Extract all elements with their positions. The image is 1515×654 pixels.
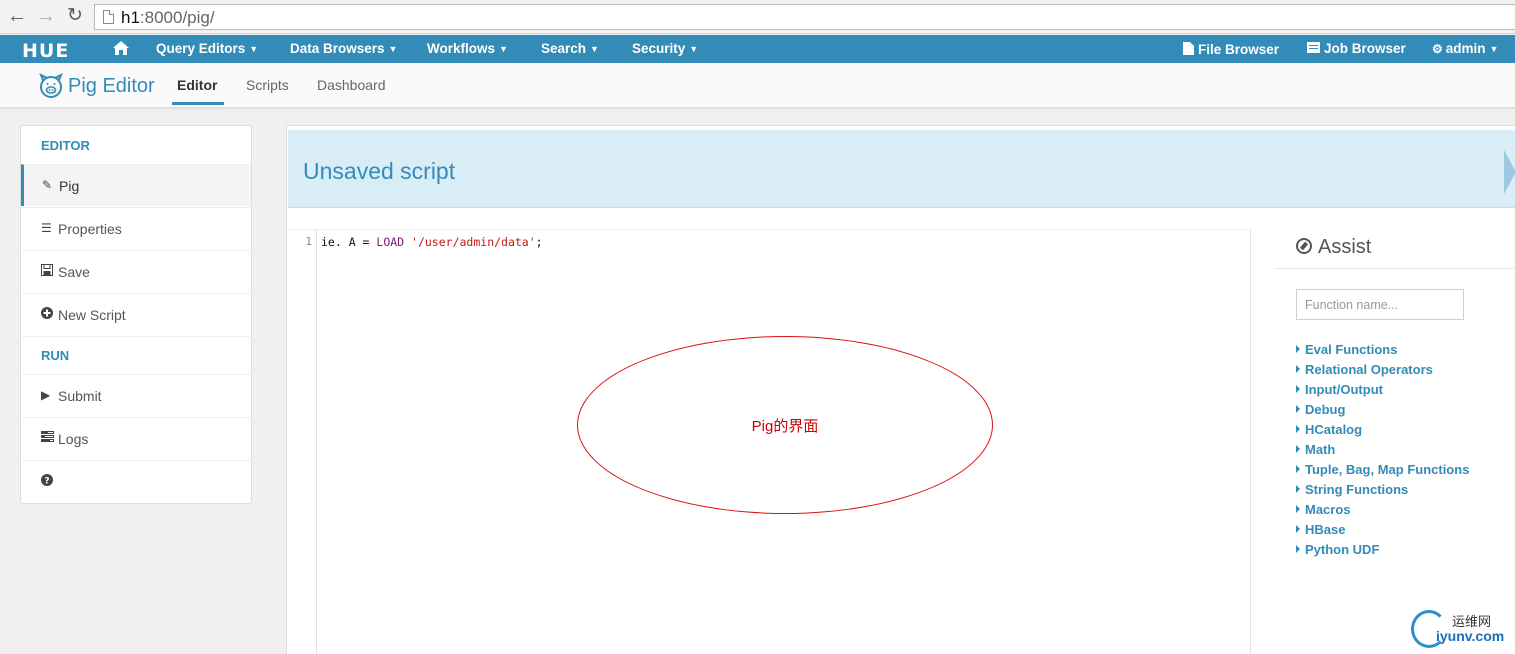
nav-data-browsers[interactable]: Data Browsers ▼	[290, 41, 397, 56]
hue-logo[interactable]: HUE	[22, 40, 69, 62]
caret-right-icon	[1296, 485, 1300, 493]
back-arrow-icon[interactable]: ←	[6, 5, 28, 27]
caret-right-icon	[1296, 385, 1300, 393]
nav-workflows[interactable]: Workflows ▼	[427, 41, 508, 56]
sidebar-run-section: RUN	[22, 336, 252, 374]
caret-right-icon	[1296, 445, 1300, 453]
chevron-down-icon: ▼	[1489, 44, 1499, 54]
caret-right-icon	[1296, 465, 1300, 473]
watermark-en-text: iyunv.com	[1436, 628, 1505, 644]
assist-item-macros[interactable]: Macros	[1296, 502, 1351, 517]
function-search-input[interactable]	[1296, 289, 1464, 320]
tab-editor[interactable]: Editor	[177, 77, 217, 93]
caret-right-icon	[1296, 405, 1300, 413]
assist-item-hcatalog[interactable]: HCatalog	[1296, 422, 1362, 437]
caret-right-icon	[1296, 545, 1300, 553]
sidebar-item-save[interactable]: Save	[22, 250, 252, 292]
assist-item-python-udf[interactable]: Python UDF	[1296, 542, 1379, 557]
annotation-text: Pig的界面	[751, 418, 819, 435]
assist-item-math[interactable]: Math	[1296, 442, 1335, 457]
save-icon	[41, 264, 55, 278]
line-number: 1	[305, 235, 312, 248]
nav-search[interactable]: Search ▼	[541, 41, 599, 56]
plus-circle-icon	[41, 307, 55, 321]
edit-icon: ✎	[42, 178, 53, 192]
nav-file-browser[interactable]: File Browser	[1183, 41, 1279, 57]
caret-right-icon	[1296, 505, 1300, 513]
caret-right-icon	[1296, 525, 1300, 533]
assist-divider	[1274, 268, 1515, 269]
file-icon	[1183, 42, 1194, 55]
chevron-down-icon: ▼	[249, 44, 259, 54]
list-icon: ☰	[41, 221, 52, 235]
gears-icon: ⚙	[1432, 42, 1443, 56]
sidebar-header-editor: EDITOR	[41, 138, 90, 153]
pig-icon[interactable]	[38, 73, 64, 99]
sidebar-header-run: RUN	[41, 348, 70, 363]
nav-user-menu[interactable]: ⚙ admin ▼	[1432, 41, 1498, 56]
sidebar-item-logs[interactable]: Logs	[22, 417, 252, 459]
sidebar-item-new-script[interactable]: New Script	[22, 293, 252, 335]
watermark-logo: 运维网 iyunv.com	[1408, 606, 1515, 654]
assist-item-relational-operators[interactable]: Relational Operators	[1296, 362, 1433, 377]
tab-dashboard[interactable]: Dashboard	[317, 77, 386, 93]
chevron-down-icon: ▼	[499, 44, 508, 54]
assist-item-eval-functions[interactable]: Eval Functions	[1296, 342, 1397, 357]
svg-text:?: ?	[44, 477, 49, 487]
sidebar-item-submit[interactable]: ▶ Submit	[22, 374, 252, 416]
caret-right-icon	[1296, 345, 1300, 353]
chevron-down-icon: ▼	[388, 44, 398, 54]
nav-security[interactable]: Security ▼	[632, 41, 698, 56]
chevron-down-icon: ▼	[590, 44, 599, 54]
list-icon	[1307, 42, 1320, 53]
annotation-ellipse: Pig的界面	[577, 336, 993, 514]
hue-top-nav: HUE Query Editors ▼ Data Browsers ▼ Workfl…	[0, 35, 1515, 63]
tab-scripts[interactable]: Scripts	[246, 77, 289, 93]
reload-icon[interactable]: ↻	[64, 5, 86, 27]
page-icon	[103, 10, 114, 24]
editor-gutter: 1	[287, 230, 317, 654]
chevron-down-icon: ▼	[689, 44, 699, 54]
assist-item-tuple-bag-map[interactable]: Tuple, Bag, Map Functions	[1296, 462, 1469, 477]
script-header: Unsaved script	[288, 130, 1515, 208]
script-title: Unsaved script	[303, 158, 456, 184]
assist-title: Assist	[1296, 236, 1371, 259]
active-tab-indicator	[172, 102, 224, 105]
app-title[interactable]: Pig Editor	[68, 75, 155, 98]
sidebar-item-properties[interactable]: ☰ Properties	[22, 207, 252, 249]
help-icon: ?	[41, 474, 55, 488]
assist-item-hbase[interactable]: HBase	[1296, 522, 1345, 537]
url-text: h1:8000/pig/	[121, 8, 215, 27]
tasks-icon	[41, 431, 55, 445]
browser-toolbar: ← → ↻ h1:8000/pig/	[0, 0, 1515, 34]
nav-job-browser[interactable]: Job Browser	[1307, 41, 1406, 56]
address-bar[interactable]: h1:8000/pig/	[94, 4, 1515, 30]
forward-arrow-icon[interactable]: →	[35, 5, 57, 27]
sidebar-item-help[interactable]: ?	[22, 460, 252, 502]
assist-item-string-functions[interactable]: String Functions	[1296, 482, 1408, 497]
caret-right-icon	[1296, 365, 1300, 373]
assist-item-input-output[interactable]: Input/Output	[1296, 382, 1383, 397]
code-line[interactable]: ie. A = LOAD '/user/admin/data';	[321, 235, 543, 249]
sidebar-item-pig[interactable]: ✎ Pig	[21, 164, 251, 206]
collapse-arrow-icon[interactable]	[1504, 150, 1515, 194]
sidebar: EDITOR ✎ Pig ☰ Properties Save New Scrip…	[20, 125, 252, 504]
compass-icon	[1296, 238, 1312, 254]
assist-item-debug[interactable]: Debug	[1296, 402, 1345, 417]
play-icon: ▶	[41, 388, 51, 402]
app-header: Pig Editor Editor Scripts Dashboard	[0, 63, 1515, 108]
caret-right-icon	[1296, 425, 1300, 433]
nav-query-editors[interactable]: Query Editors ▼	[156, 41, 258, 56]
home-icon[interactable]	[112, 40, 130, 56]
